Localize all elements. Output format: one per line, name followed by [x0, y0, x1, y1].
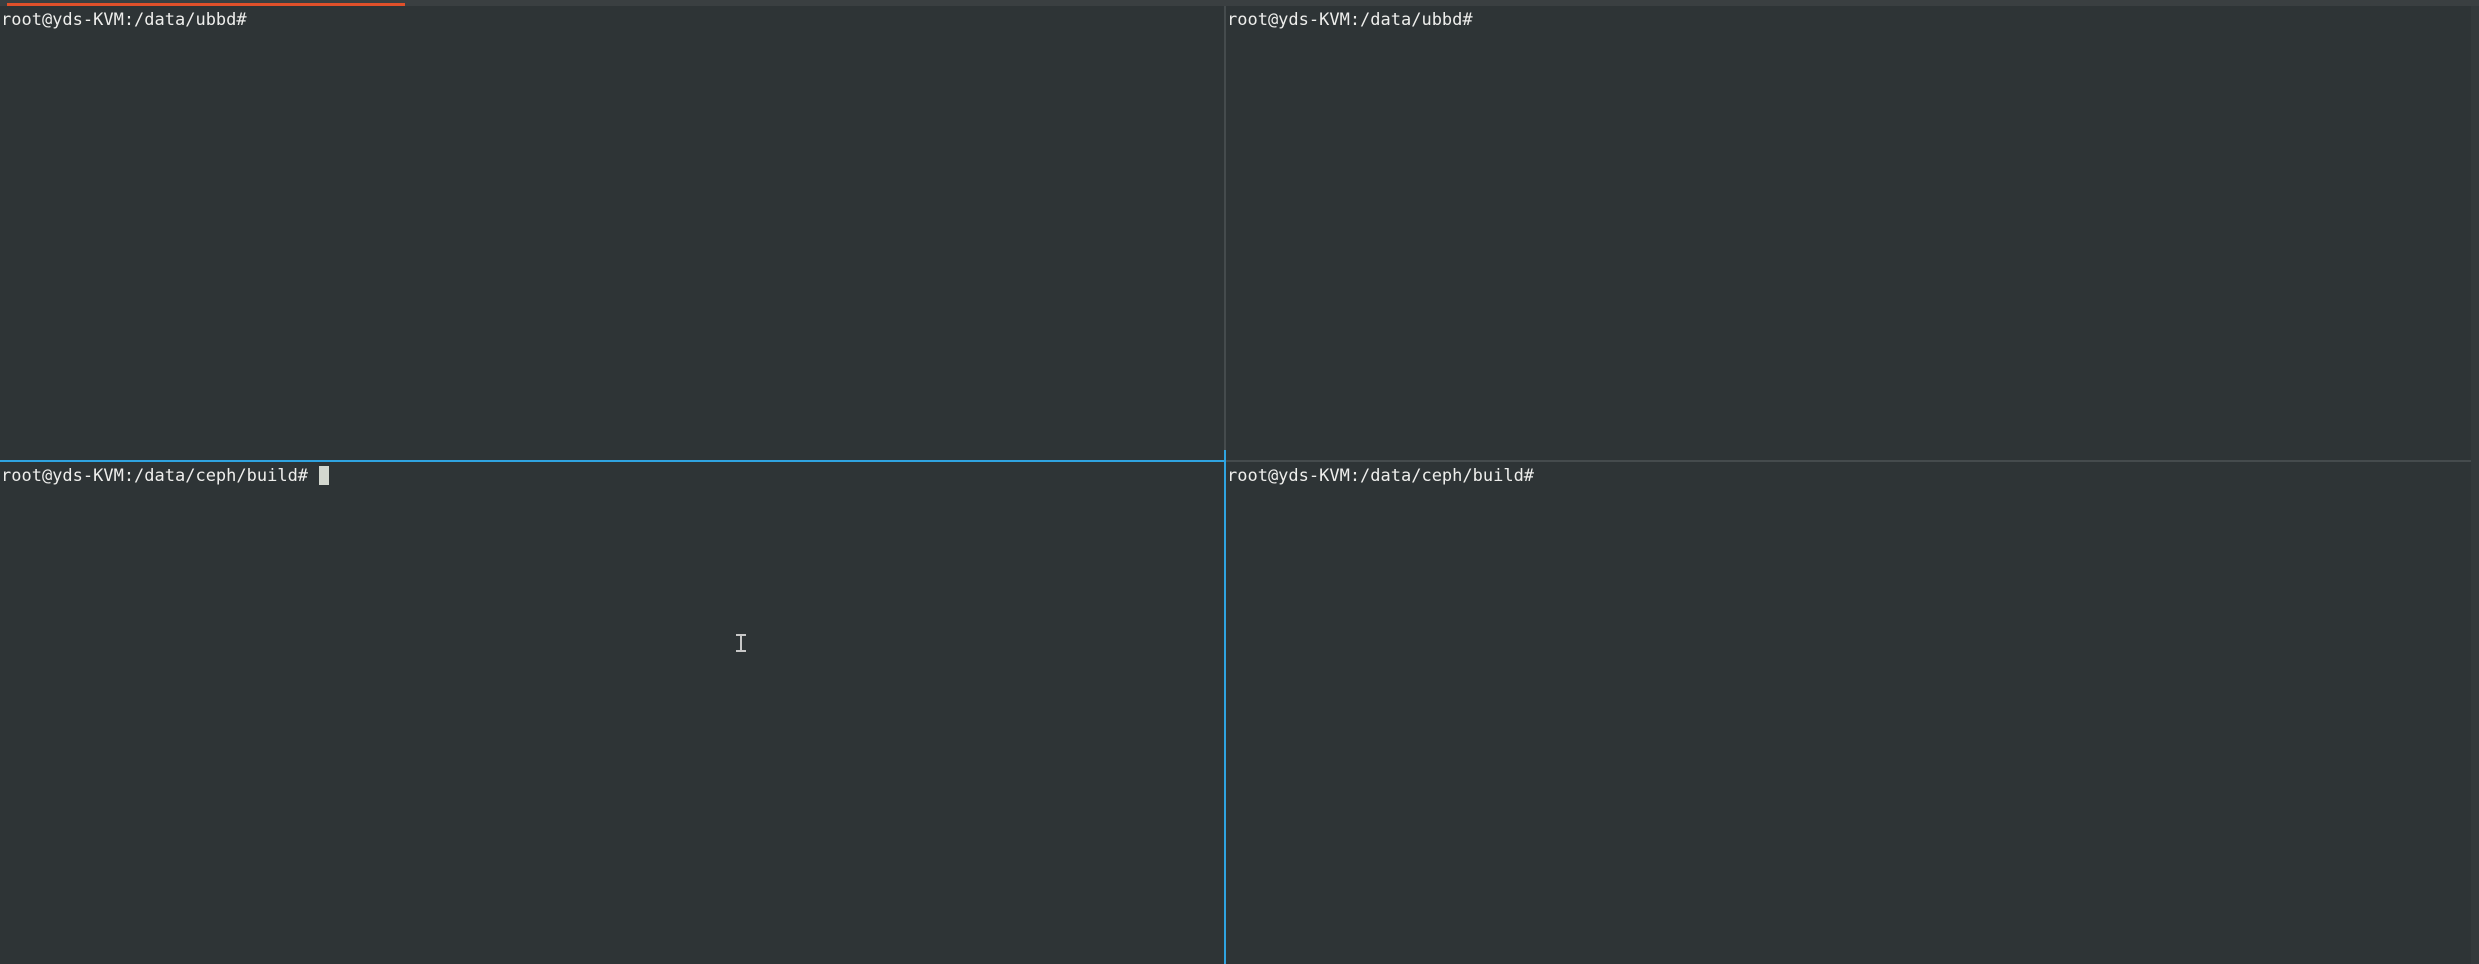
- terminal-pane-top-right[interactable]: root@yds-KVM:/data/ubbd#: [1226, 6, 2471, 460]
- prompt-line: root@yds-KVM:/data/ceph/build#: [1227, 466, 1534, 486]
- pane-splitter-vertical-top[interactable]: [1224, 6, 1226, 460]
- text-ibeam-cursor-icon: [736, 634, 746, 652]
- terminal-pane-top-left[interactable]: root@yds-KVM:/data/ubbd#: [0, 6, 1224, 460]
- prompt-text: root@yds-KVM:/data/ubbd#: [1, 10, 247, 30]
- scrollbar[interactable]: [2471, 6, 2479, 964]
- terminal-pane-bottom-right[interactable]: root@yds-KVM:/data/ceph/build#: [1226, 462, 2471, 964]
- terminal-pane-bottom-left[interactable]: root@yds-KVM:/data/ceph/build#: [0, 462, 1224, 964]
- prompt-text: root@yds-KVM:/data/ceph/build#: [1227, 466, 1535, 486]
- prompt-line: root@yds-KVM:/data/ubbd#: [1227, 10, 1473, 30]
- active-pane-border-top[interactable]: [0, 460, 1226, 462]
- prompt-text: root@yds-KVM:/data/ubbd#: [1227, 10, 1473, 30]
- prompt-line: root@yds-KVM:/data/ceph/build#: [1, 466, 330, 486]
- pane-splitter-horizontal-right[interactable]: [1226, 460, 2471, 462]
- prompt-line: root@yds-KVM:/data/ubbd#: [1, 10, 247, 30]
- terminal-window: root@yds-KVM:/data/ubbd# root@yds-KVM:/d…: [0, 0, 2479, 964]
- text-cursor: [319, 466, 330, 485]
- prompt-text: root@yds-KVM:/data/ceph/build#: [1, 466, 319, 486]
- active-pane-border-right[interactable]: [1224, 450, 1226, 964]
